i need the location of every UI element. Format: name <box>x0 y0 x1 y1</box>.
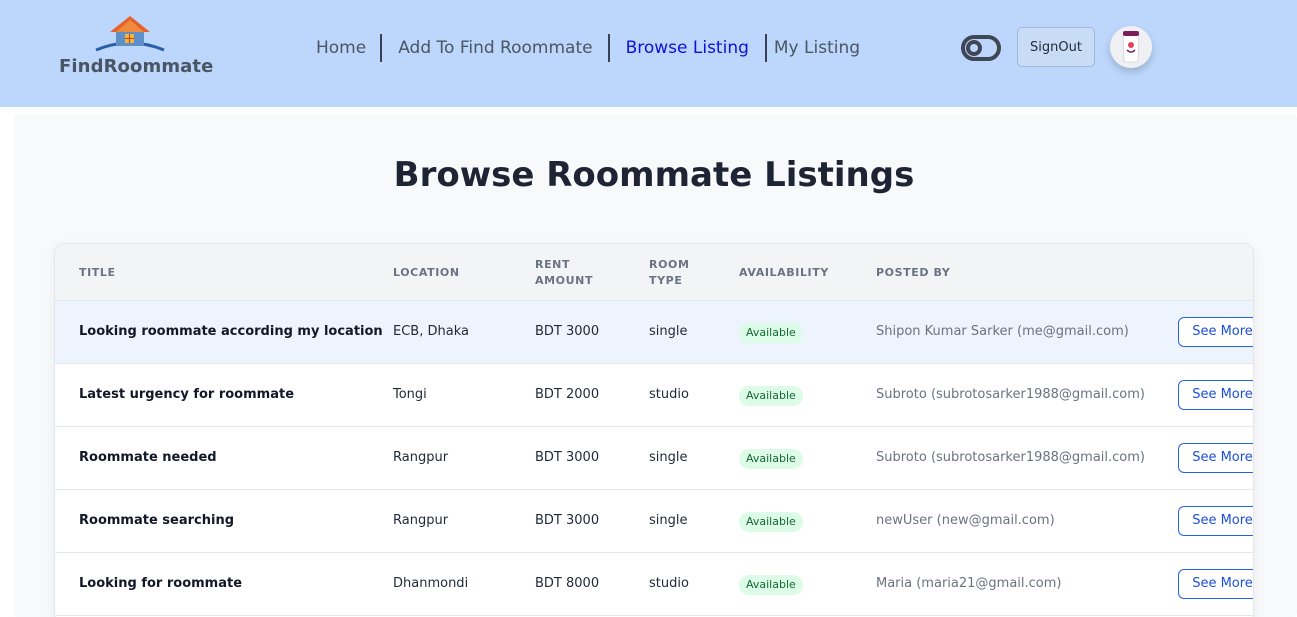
brand-name: FindRoommate <box>59 56 214 77</box>
availability-badge: Available <box>739 323 803 343</box>
listing-title: Roommate needed <box>79 450 217 465</box>
toggle-knob-icon <box>966 40 982 56</box>
nav-divider <box>380 34 383 62</box>
listing-location: Rangpur <box>393 513 449 528</box>
listing-posted-by: Subroto (subrotosarker1988@gmail.com) <box>876 387 1145 402</box>
user-avatar[interactable] <box>1110 26 1152 68</box>
nav-add-to-find-roommate[interactable]: Add To Find Roommate <box>398 34 592 62</box>
listing-rent: BDT 3000 <box>535 450 600 465</box>
table-row[interactable]: Latest urgency for roommate Tongi BDT 20… <box>55 364 1253 427</box>
listing-room-type: single <box>649 513 688 528</box>
listing-room-type: single <box>649 324 688 339</box>
listing-title: Roommate searching <box>79 513 235 528</box>
nav-divider <box>764 34 767 62</box>
main-nav: Home Add To Find Roommate Browse Listing… <box>316 33 860 63</box>
column-header-title: TITLE <box>79 266 116 279</box>
listing-rent: BDT 3000 <box>535 513 600 528</box>
signout-button[interactable]: SignOut <box>1017 27 1095 67</box>
listing-title: Latest urgency for roommate <box>79 387 295 402</box>
nav-browse-listing[interactable]: Browse Listing <box>626 34 749 62</box>
page-title: Browse Roommate Listings <box>393 155 915 195</box>
listing-posted-by: newUser (new@gmail.com) <box>876 513 1055 528</box>
see-more-button[interactable]: See More <box>1178 569 1253 599</box>
listing-location: ECB, Dhaka <box>393 324 469 339</box>
nav-divider <box>607 34 610 62</box>
listing-rent: BDT 2000 <box>535 387 600 402</box>
listings-table: TITLE LOCATION RENT AMOUNT ROOM TYPE AVA… <box>54 243 1254 617</box>
column-header-room-type: ROOM TYPE <box>649 258 690 287</box>
listing-room-type: studio <box>649 576 689 591</box>
listing-posted-by: Shipon Kumar Sarker (me@gmail.com) <box>876 324 1129 339</box>
listing-room-type: studio <box>649 387 689 402</box>
table-row[interactable]: Roommate searching Rangpur BDT 3000 sing… <box>55 490 1253 553</box>
availability-badge: Available <box>739 512 803 532</box>
nav-home[interactable]: Home <box>316 34 366 62</box>
brand-logo[interactable]: FindRoommate <box>58 14 213 80</box>
listing-location: Dhanmondi <box>393 576 469 591</box>
listing-rent: BDT 3000 <box>535 324 600 339</box>
listing-posted-by: Subroto (subrotosarker1988@gmail.com) <box>876 450 1145 465</box>
table-row[interactable]: Roommate needed Rangpur BDT 3000 single … <box>55 427 1253 490</box>
avatar-icon <box>1110 26 1152 68</box>
listing-location: Tongi <box>393 387 427 402</box>
nav-my-listing[interactable]: My Listing <box>774 34 860 62</box>
column-header-rent-amount: RENT AMOUNT <box>535 258 594 287</box>
house-icon <box>95 16 165 52</box>
availability-badge: Available <box>739 449 803 469</box>
table-header: TITLE LOCATION RENT AMOUNT ROOM TYPE AVA… <box>55 244 1253 301</box>
see-more-button[interactable]: See More <box>1178 443 1253 473</box>
see-more-button[interactable]: See More <box>1178 317 1253 347</box>
listing-title: Looking roommate according my location <box>79 324 383 339</box>
availability-badge: Available <box>739 386 803 406</box>
listing-posted-by: Maria (maria21@gmail.com) <box>876 576 1062 591</box>
see-more-button[interactable]: See More <box>1178 506 1253 536</box>
table-row[interactable]: Looking roommate according my location E… <box>55 301 1253 364</box>
listing-rent: BDT 8000 <box>535 576 600 591</box>
listing-title: Looking for roommate <box>79 576 243 591</box>
see-more-button[interactable]: See More <box>1178 380 1253 410</box>
column-header-availability: AVAILABILITY <box>739 266 829 279</box>
column-header-location: LOCATION <box>393 266 460 279</box>
theme-toggle[interactable] <box>961 35 1001 61</box>
listing-room-type: single <box>649 450 688 465</box>
listing-location: Rangpur <box>393 450 449 465</box>
column-header-posted-by: POSTED BY <box>876 266 951 279</box>
navbar: FindRoommate Home Add To Find Roommate B… <box>0 0 1297 107</box>
table-row[interactable]: Looking for roommate Dhanmondi BDT 8000 … <box>55 553 1253 616</box>
availability-badge: Available <box>739 575 803 595</box>
